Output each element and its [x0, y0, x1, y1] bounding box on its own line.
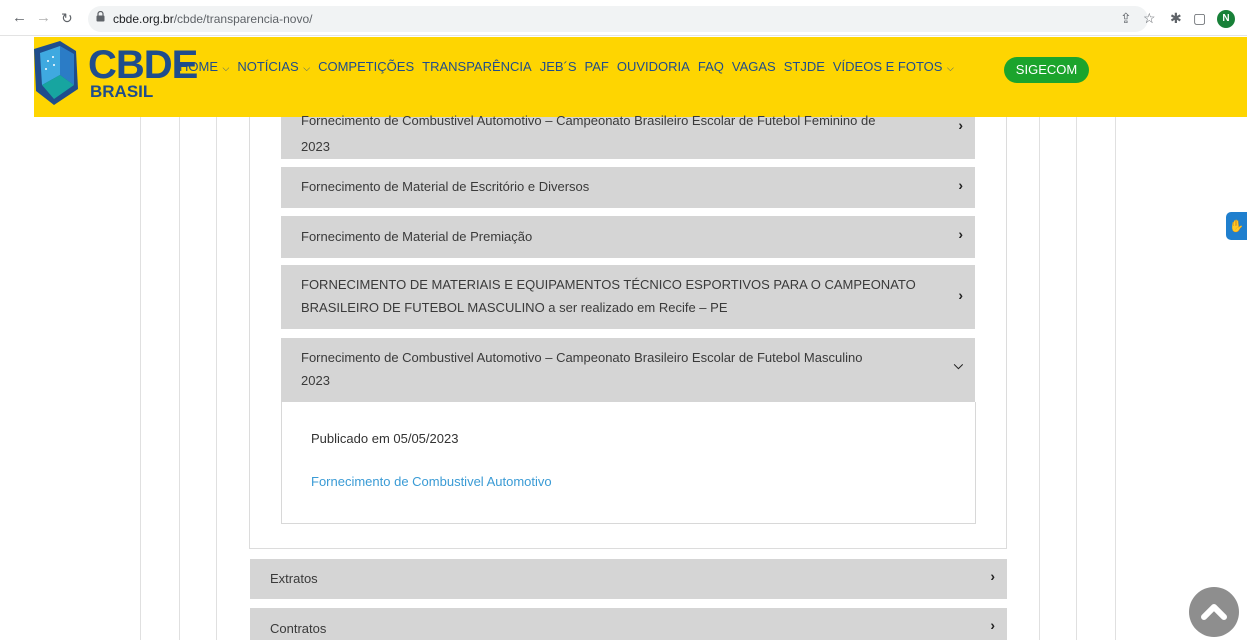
- section-label: Extratos: [270, 571, 318, 586]
- accordion-title: Fornecimento de Material de Escritório e…: [301, 179, 590, 194]
- scroll-to-top-button[interactable]: [1189, 587, 1239, 637]
- frame-line: [216, 117, 217, 640]
- chevron-right-icon: ›: [958, 117, 963, 133]
- star-icon[interactable]: ☆: [1143, 10, 1156, 26]
- published-date: Publicado em 05/05/2023: [311, 431, 459, 446]
- menu-videos-label: VÍDEOS E FOTOS: [832, 59, 943, 74]
- logo-subtitle: BRASIL: [90, 82, 154, 101]
- section-label: Contratos: [270, 621, 327, 636]
- accordion-title-line: Fornecimento de Combustivel Automotivo –…: [301, 350, 863, 365]
- accordion-title-line: BRASILEIRO DE FUTEBOL MASCULINO a ser re…: [301, 300, 728, 315]
- url-text: cbde.org.br/cbde/transparencia-novo/: [113, 12, 312, 26]
- chevron-right-icon: ›: [958, 177, 963, 193]
- frame-line: [140, 117, 141, 640]
- menu-vagas[interactable]: VAGAS: [732, 59, 776, 74]
- site-header: CBDE BRASIL HOME ⌵ NOTÍCIAS ⌵ COMPETIÇÕE…: [34, 37, 1247, 117]
- chevron-right-icon: ›: [958, 287, 963, 303]
- menu-transparencia[interactable]: TRANSPARÊNCIA: [422, 59, 532, 74]
- menu-faq[interactable]: FAQ: [698, 59, 724, 74]
- chevron-down-icon: ⌵: [953, 358, 963, 372]
- accordion-panel: Publicado em 05/05/2023 Fornecimento de …: [281, 402, 976, 524]
- lock-icon: [96, 11, 105, 22]
- menu-ouvidoria[interactable]: OUVIDORIA: [617, 59, 690, 74]
- url-path: /cbde/transparencia-novo/: [173, 12, 313, 26]
- accordion-title: Fornecimento de Material de Premiação: [301, 229, 533, 244]
- document-link[interactable]: Fornecimento de Combustivel Automotivo: [311, 474, 552, 489]
- profile-avatar[interactable]: N: [1217, 10, 1235, 28]
- accordion-title-line: Fornecimento de Combustivel Automotivo –…: [301, 113, 876, 128]
- menu-paf[interactable]: PAF: [585, 59, 609, 74]
- menu-jebs[interactable]: JEB´S: [540, 59, 577, 74]
- accordion-title-line: FORNECIMENTO DE MATERIAIS E EQUIPAMENTOS…: [301, 277, 916, 292]
- menu-home-label: HOME: [179, 59, 218, 74]
- menu-videos-fotos[interactable]: VÍDEOS E FOTOS ⌵: [833, 59, 954, 74]
- reload-icon[interactable]: ↻: [61, 9, 73, 27]
- chevron-right-icon: ›: [990, 568, 995, 584]
- back-icon[interactable]: ←: [12, 9, 27, 27]
- menu-home[interactable]: HOME ⌵: [179, 59, 229, 74]
- chevron-down-icon: ⌵: [220, 63, 230, 73]
- main-menu: HOME ⌵ NOTÍCIAS ⌵ COMPETIÇÕES TRANSPARÊN…: [179, 59, 962, 74]
- frame-line: [1076, 117, 1077, 640]
- frame-line: [1039, 117, 1040, 640]
- chevron-right-icon: ›: [958, 226, 963, 242]
- accessibility-icon[interactable]: ✋: [1226, 212, 1247, 240]
- menu-competicoes[interactable]: COMPETIÇÕES: [318, 59, 414, 74]
- accordion-title-line: 2023: [301, 373, 330, 388]
- section-contratos[interactable]: Contratos ›: [250, 608, 1007, 640]
- frame-line: [179, 117, 180, 640]
- forward-icon[interactable]: →: [36, 9, 51, 27]
- accordion-title-line: 2023: [301, 139, 330, 154]
- browser-toolbar: ← → ↻ cbde.org.br/cbde/transparencia-nov…: [0, 0, 1247, 36]
- sigecom-button[interactable]: SIGECOM: [1004, 57, 1089, 83]
- extensions-icon[interactable]: ✱: [1170, 10, 1182, 26]
- chevron-down-icon: ⌵: [944, 63, 954, 73]
- frame-line: [1115, 117, 1116, 640]
- accordion-item[interactable]: Fornecimento de Combustivel Automotivo –…: [281, 113, 975, 159]
- accordion-item[interactable]: FORNECIMENTO DE MATERIAIS E EQUIPAMENTOS…: [281, 265, 975, 329]
- chevron-up-icon: [1201, 604, 1227, 620]
- share-icon[interactable]: ⇪: [1120, 10, 1132, 26]
- accordion-item-expanded[interactable]: Fornecimento de Combustivel Automotivo –…: [281, 338, 975, 402]
- accordion-item[interactable]: Fornecimento de Material de Escritório e…: [281, 167, 975, 208]
- menu-stjde[interactable]: STJDE: [784, 59, 825, 74]
- accordion-title: FORNECIMENTO DE MATERIAIS E EQUIPAMENTOS…: [301, 273, 916, 319]
- chevron-right-icon: ›: [990, 617, 995, 633]
- accordion-item[interactable]: Fornecimento de Material de Premiação ›: [281, 216, 975, 258]
- accordion-title: Fornecimento de Combustivel Automotivo –…: [301, 108, 875, 160]
- section-extratos[interactable]: Extratos ›: [250, 559, 1007, 599]
- menu-noticias[interactable]: NOTÍCIAS ⌵: [237, 59, 310, 74]
- url-host: cbde.org.br: [113, 12, 174, 26]
- chevron-down-icon: ⌵: [300, 63, 311, 73]
- menu-noticias-label: NOTÍCIAS: [237, 59, 299, 74]
- sidepanel-icon[interactable]: ▢: [1193, 10, 1206, 26]
- accordion-title: Fornecimento de Combustivel Automotivo –…: [301, 346, 862, 392]
